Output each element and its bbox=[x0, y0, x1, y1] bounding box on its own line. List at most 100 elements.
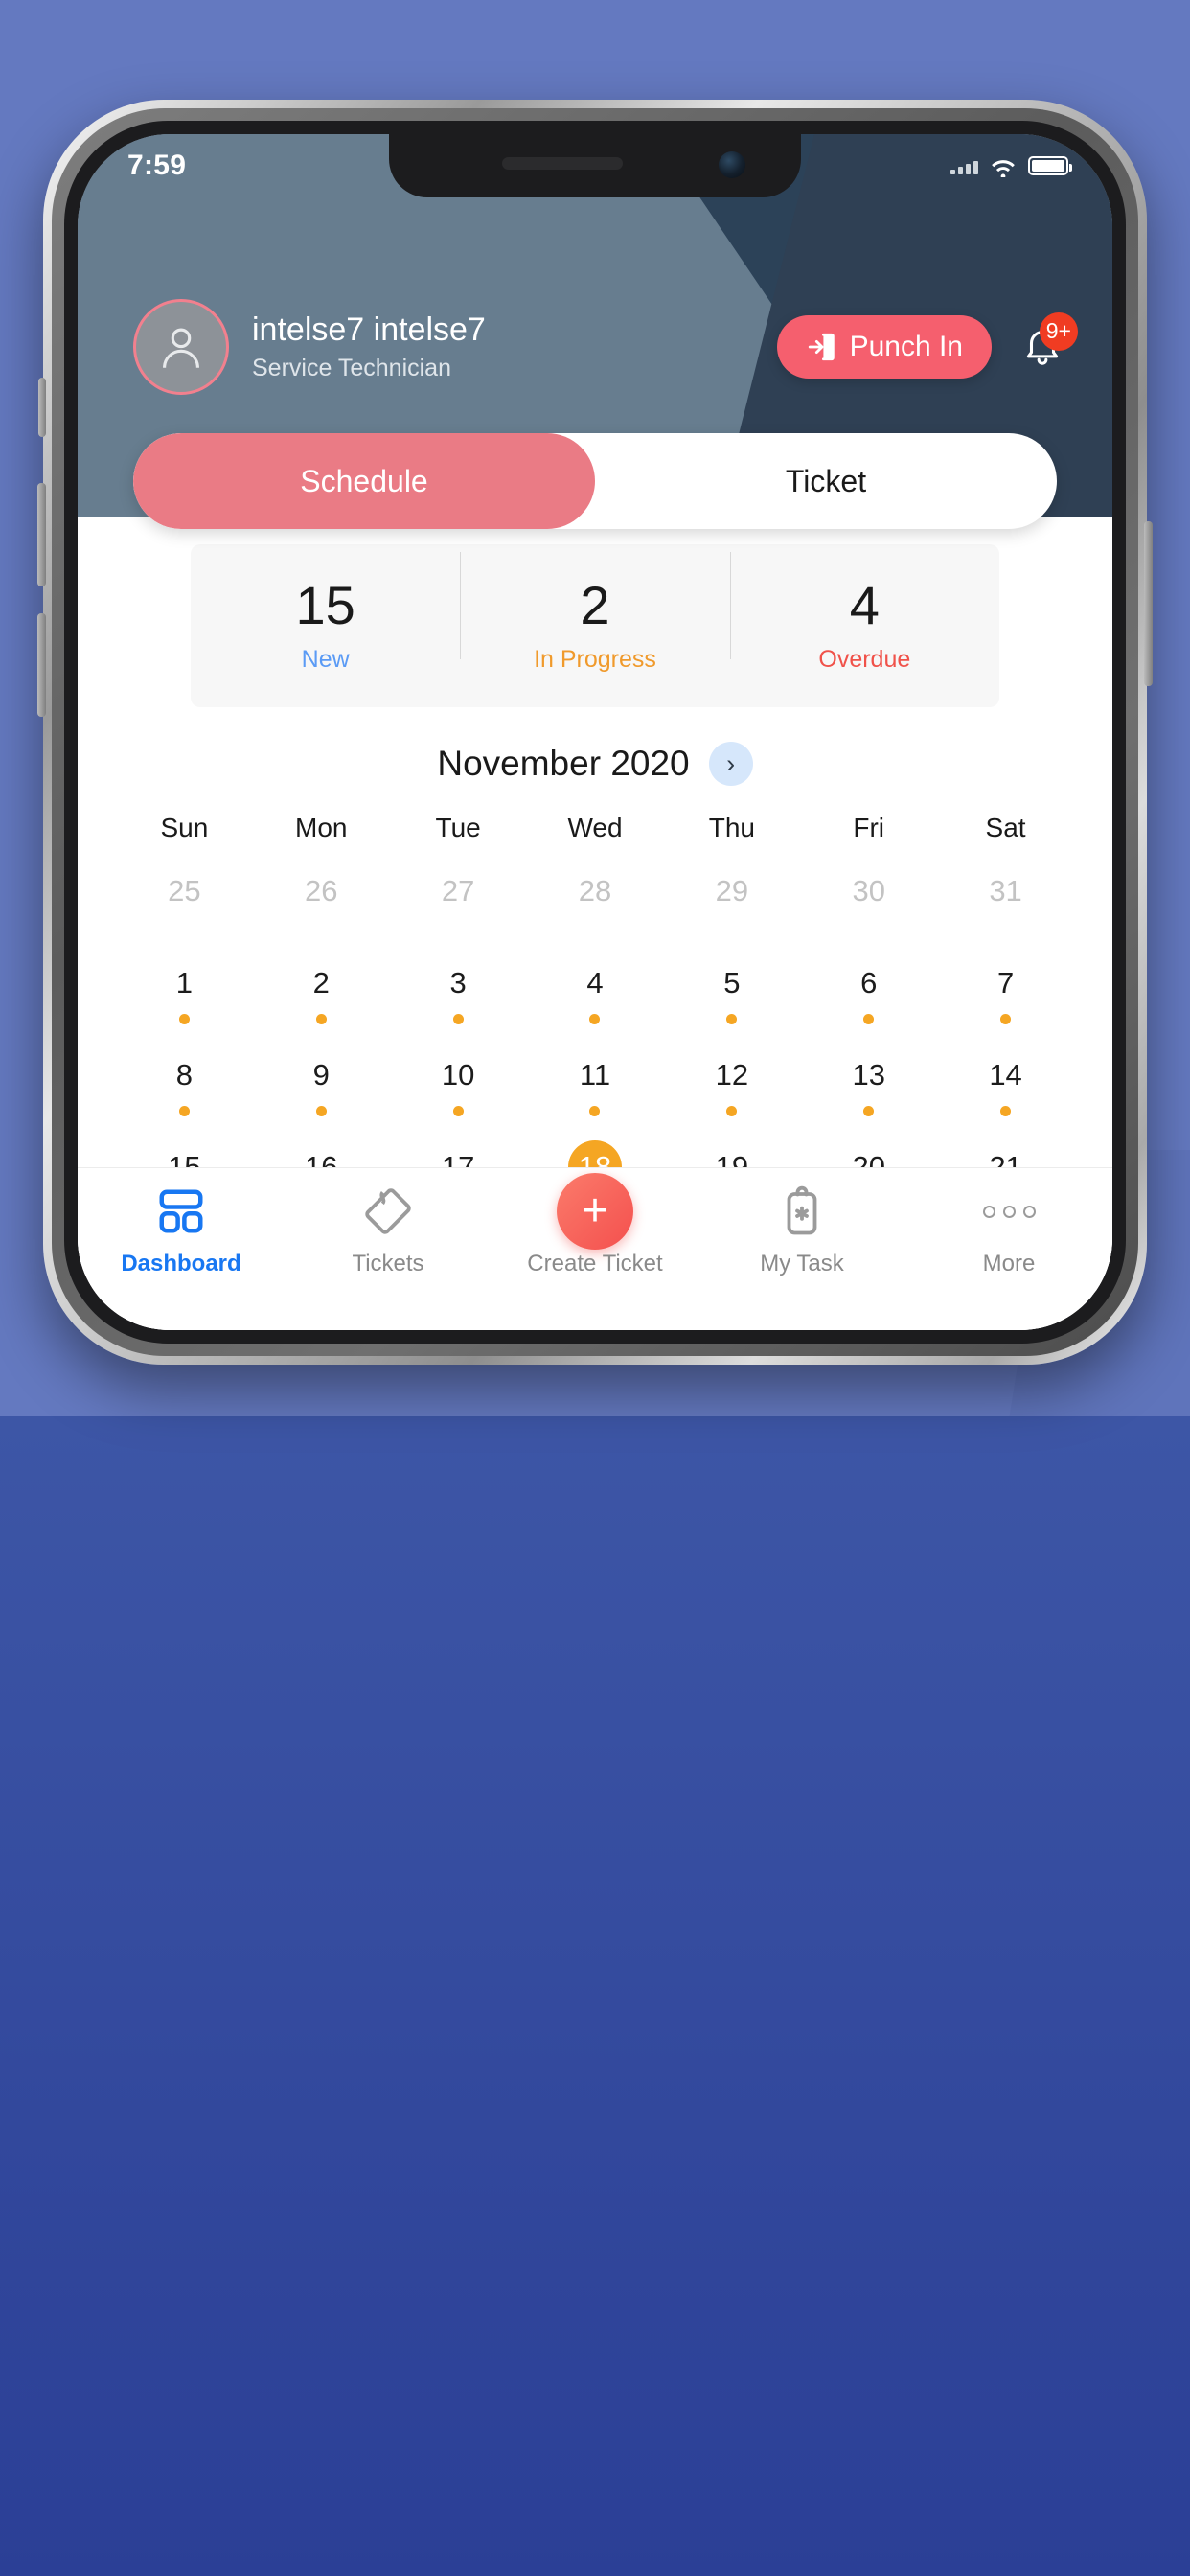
calendar-day-cell[interactable]: 3 bbox=[390, 953, 527, 1045]
calendar-day-cell[interactable]: 31 bbox=[937, 861, 1074, 953]
calendar-day-event-dot bbox=[589, 1106, 601, 1116]
calendar-day-number: 25 bbox=[168, 874, 201, 908]
tab-ticket[interactable]: Ticket bbox=[595, 433, 1057, 529]
login-door-icon bbox=[808, 333, 835, 361]
calendar-week: 1 2 3 4 5 6 7 bbox=[116, 953, 1074, 1045]
phone-notch bbox=[389, 134, 801, 197]
calendar-day-number: 30 bbox=[852, 874, 885, 908]
earpiece-speaker bbox=[502, 157, 623, 170]
calendar-day-event-dot bbox=[315, 1014, 327, 1024]
stat-in-progress-label: In Progress bbox=[534, 645, 656, 673]
calendar-day-cell[interactable]: 29 bbox=[663, 861, 800, 953]
calendar-day-number: 4 bbox=[586, 966, 604, 1000]
silent-switch[interactable] bbox=[38, 378, 46, 437]
day-name: Sat bbox=[985, 813, 1026, 842]
day-name: Sun bbox=[160, 813, 209, 842]
calendar-day-cell[interactable]: 28 bbox=[527, 861, 664, 953]
calendar-day-number: 1 bbox=[175, 966, 194, 1000]
nav-label-more: More bbox=[982, 1251, 1036, 1276]
volume-up-button[interactable] bbox=[37, 483, 46, 586]
calendar-day-cell[interactable]: 7 bbox=[937, 953, 1074, 1045]
punch-in-button[interactable]: Punch In bbox=[776, 315, 992, 379]
nav-item-more[interactable]: More bbox=[905, 1182, 1112, 1277]
dashboard-grid-icon bbox=[155, 1182, 207, 1241]
chevron-right-icon[interactable]: › bbox=[708, 742, 753, 786]
calendar-day-cell[interactable]: 25 bbox=[116, 861, 253, 953]
nav-label-my-task: My Task bbox=[760, 1251, 844, 1276]
nav-item-create-ticket[interactable]: + Create Ticket bbox=[492, 1173, 698, 1277]
stats-container: 15 New 2 In Progress 4 Overdue bbox=[124, 518, 1066, 721]
create-ticket-fab[interactable]: + bbox=[557, 1173, 633, 1250]
calendar-day-cell[interactable]: 2 bbox=[253, 953, 390, 1045]
calendar-day-event-dot bbox=[726, 1014, 738, 1024]
calendar-day-cell[interactable]: 10 bbox=[390, 1045, 527, 1137]
day-name: Wed bbox=[567, 813, 623, 842]
status-bar-icons bbox=[950, 154, 1072, 177]
calendar-day-cell[interactable]: 1 bbox=[116, 953, 253, 1045]
volume-down-button[interactable] bbox=[37, 613, 46, 717]
stat-new-value: 15 bbox=[295, 574, 355, 635]
bottom-navigation: Dashboard Tickets + Create Ticket My Tas… bbox=[78, 1167, 1112, 1330]
ticket-icon bbox=[362, 1182, 414, 1241]
stat-overdue[interactable]: 4 Overdue bbox=[729, 551, 999, 674]
battery-full-icon bbox=[1028, 156, 1072, 175]
stat-in-progress[interactable]: 2 In Progress bbox=[460, 551, 729, 674]
tab-schedule[interactable]: Schedule bbox=[133, 433, 595, 529]
calendar-day-cell[interactable]: 12 bbox=[663, 1045, 800, 1137]
schedule-ticket-segmented-control[interactable]: Schedule Ticket bbox=[133, 433, 1057, 529]
calendar-day-event-dot bbox=[178, 1014, 190, 1024]
ticket-glyph bbox=[365, 1188, 411, 1234]
calendar-day-event-dot bbox=[1000, 1014, 1012, 1024]
calendar-day-cell[interactable]: 30 bbox=[800, 861, 937, 953]
avatar[interactable] bbox=[133, 299, 229, 395]
calendar-day-number: 11 bbox=[579, 1058, 611, 1092]
calendar-day-number: 28 bbox=[578, 874, 612, 908]
ellipsis-icon bbox=[982, 1182, 1036, 1241]
stat-new[interactable]: 15 New bbox=[191, 574, 460, 674]
day-name: Mon bbox=[295, 813, 348, 842]
dashboard-grid-glyph bbox=[159, 1189, 203, 1233]
nav-item-dashboard[interactable]: Dashboard bbox=[78, 1182, 285, 1277]
calendar-day-event-dot bbox=[315, 1106, 327, 1116]
day-name: Fri bbox=[853, 813, 885, 842]
status-bar-time: 7:59 bbox=[127, 150, 187, 181]
profile-text: intelse7 intelse7 Service Technician bbox=[252, 311, 777, 381]
calendar-header: November 2020 › bbox=[78, 723, 1112, 805]
calendar-day-cell[interactable]: 5 bbox=[663, 953, 800, 1045]
phone-bezel: intelse7 intelse7 Service Technician Pun… bbox=[64, 121, 1126, 1344]
calendar-day-number: 5 bbox=[723, 966, 741, 1000]
notifications-button[interactable]: 9+ bbox=[1020, 311, 1078, 373]
clipboard-icon bbox=[776, 1182, 828, 1241]
nav-item-tickets[interactable]: Tickets bbox=[285, 1182, 492, 1277]
calendar-day-cell[interactable]: 9 bbox=[253, 1045, 390, 1137]
calendar-day-cell[interactable]: 8 bbox=[116, 1045, 253, 1137]
front-camera bbox=[719, 151, 745, 178]
calendar-day-number: 14 bbox=[989, 1058, 1022, 1092]
calendar-day-cell[interactable]: 4 bbox=[527, 953, 664, 1045]
stat-overdue-value: 4 bbox=[849, 574, 880, 635]
stats-row: 15 New 2 In Progress 4 Overdue bbox=[191, 544, 999, 707]
content-sheet: 15 New 2 In Progress 4 Overdue November … bbox=[78, 518, 1112, 1330]
wifi-icon bbox=[992, 160, 1015, 177]
calendar-day-cell[interactable]: 14 bbox=[937, 1045, 1074, 1137]
calendar-day-number: 7 bbox=[996, 966, 1015, 1000]
calendar-day-cell[interactable]: 11 bbox=[527, 1045, 664, 1137]
calendar-day-number: 13 bbox=[852, 1058, 885, 1092]
calendar-day-cell[interactable]: 13 bbox=[800, 1045, 937, 1137]
power-button[interactable] bbox=[1144, 521, 1153, 686]
calendar-day-cell[interactable]: 6 bbox=[800, 953, 937, 1045]
signal-bars-icon bbox=[950, 157, 978, 174]
calendar-day-event-dot bbox=[452, 1014, 464, 1024]
day-name: Tue bbox=[435, 813, 481, 842]
notification-badge: 9+ bbox=[1039, 311, 1078, 351]
calendar-day-number: 29 bbox=[715, 874, 749, 908]
calendar-day-cell[interactable]: 26 bbox=[253, 861, 390, 953]
calendar-day-cell[interactable]: 27 bbox=[390, 861, 527, 953]
calendar-day-number: 6 bbox=[860, 966, 878, 1000]
calendar-day-event-dot bbox=[178, 1106, 190, 1116]
nav-item-my-task[interactable]: My Task bbox=[698, 1182, 905, 1277]
calendar-day-number: 31 bbox=[989, 874, 1022, 908]
calendar-day-names: Sun Mon Tue Wed Thu Fri Sat bbox=[116, 805, 1074, 861]
stat-in-progress-value: 2 bbox=[580, 574, 610, 635]
calendar-week: 8 9 10 11 12 13 14 bbox=[116, 1045, 1074, 1137]
